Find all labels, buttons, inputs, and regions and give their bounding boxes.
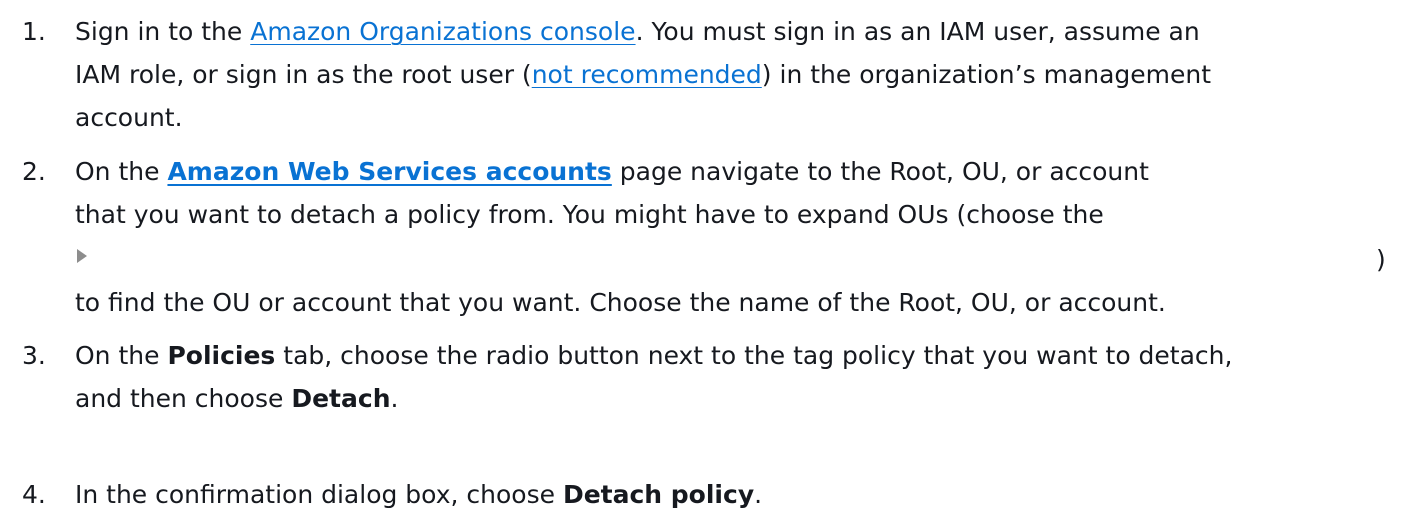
step-3-line-2: and then choose Detach.: [75, 384, 399, 413]
step-4-line-1: In the confirmation dialog box, choose D…: [75, 480, 763, 509]
detach-policy-button-label: Detach policy: [562, 480, 755, 509]
organizations-console-link[interactable]: Amazon Organizations console: [250, 17, 635, 46]
step-number: 2.: [22, 157, 46, 186]
step-number: 3.: [22, 341, 46, 370]
expand-triangle-icon: [77, 249, 87, 263]
step-2: 2. On the Amazon Web Services accounts p…: [0, 150, 1426, 330]
step-2-line-1: On the Amazon Web Services accounts page…: [75, 157, 1149, 186]
step-number: 4.: [22, 480, 46, 509]
step-4: 4. In the confirmation dialog box, choos…: [0, 473, 1426, 518]
step-1-line-1: Sign in to the Amazon Organizations cons…: [75, 17, 1200, 46]
accounts-page-link[interactable]: Amazon Web Services accounts: [167, 157, 611, 186]
not-recommended-link[interactable]: not recommended: [532, 60, 762, 89]
step-3: 3. On the Policies tab, choose the radio…: [0, 334, 1426, 424]
detach-button-label: Detach: [291, 384, 391, 413]
step-3-line-1: On the Policies tab, choose the radio bu…: [75, 341, 1233, 370]
closing-parenthesis: ): [1376, 245, 1386, 274]
step-1-line-3: account.: [75, 103, 183, 132]
step-1-line-2: IAM role, or sign in as the root user (n…: [75, 60, 1212, 89]
step-2-line-4: to find the OU or account that you want.…: [75, 288, 1166, 317]
step-number: 1.: [22, 17, 46, 46]
policies-tab-label: Policies: [167, 341, 276, 370]
step-1: 1. Sign in to the Amazon Organizations c…: [0, 10, 1426, 140]
procedure-steps: 1. Sign in to the Amazon Organizations c…: [0, 0, 1426, 522]
step-2-line-2: that you want to detach a policy from. Y…: [75, 200, 1104, 229]
